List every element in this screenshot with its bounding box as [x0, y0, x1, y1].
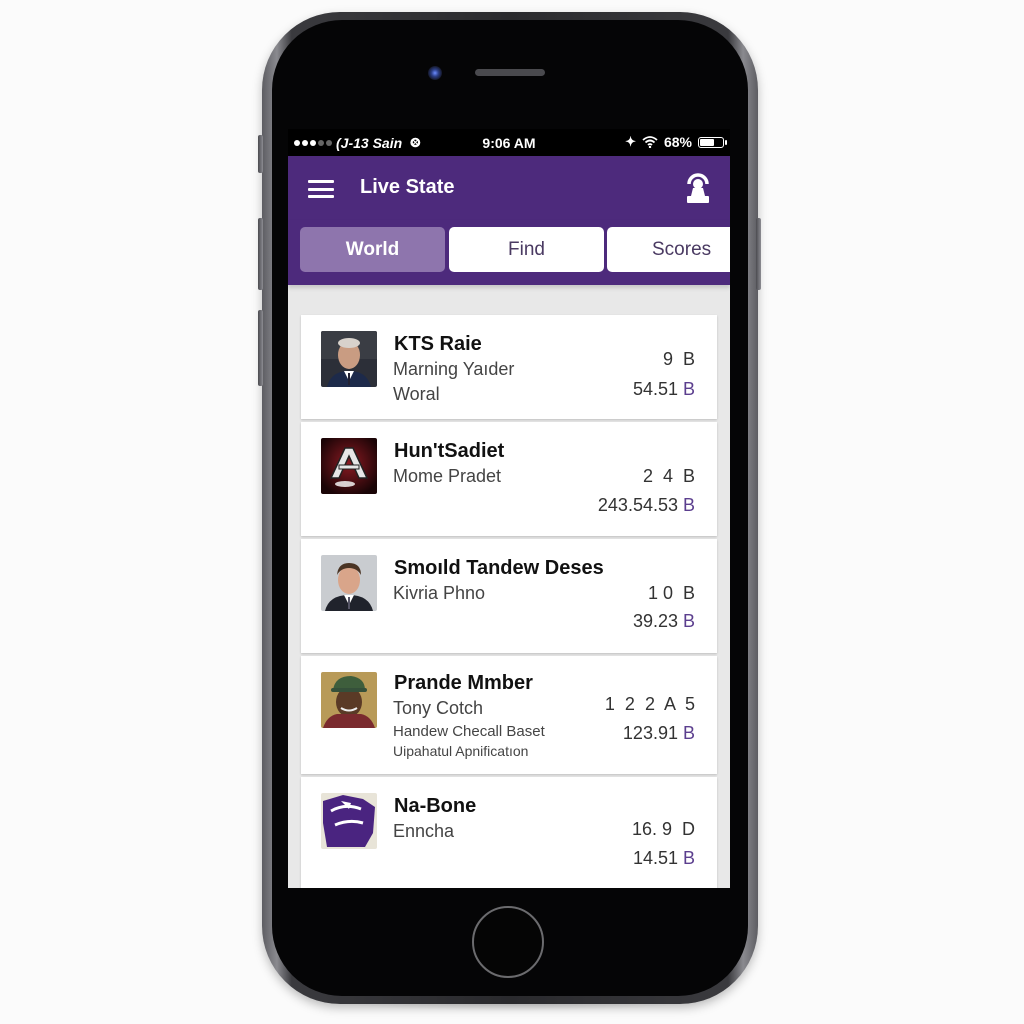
stat-bottom-unit: B	[682, 495, 695, 515]
stat-bottom-unit: B	[682, 611, 695, 631]
stat-bottom-value: 243.54.53	[597, 495, 683, 515]
item-title: Na-Bone	[394, 795, 477, 817]
avatar	[321, 331, 377, 387]
battery-percent: 68%	[663, 134, 692, 150]
stat-top-value: 9	[662, 349, 683, 369]
wifi-icon	[642, 136, 658, 148]
avatar	[321, 793, 377, 849]
stat-top-value: 16. 9	[631, 819, 682, 839]
stat-top-unit: B	[682, 349, 695, 369]
app-title: Live State	[360, 176, 455, 198]
item-stat-top: 2 4 B	[643, 466, 695, 487]
stat-top-value: 2 4	[642, 466, 683, 486]
item-line4: Uipahatul Apnificatıon	[393, 743, 529, 759]
item-stat-bottom: 14.51 B	[633, 848, 695, 869]
stat-bottom-value: 123.91	[622, 723, 683, 743]
tab-scores[interactable]: Scores	[607, 227, 730, 272]
list-item[interactable]: Hun'tSadiet Mome Pradet 2 4 B 243.54.53 …	[301, 422, 717, 536]
item-title: Hun'tSadiet	[394, 440, 505, 462]
list-item[interactable]: KTS Raie Marning Yaıder Woral 9 B 54.51 …	[301, 315, 717, 419]
list-item[interactable]: Prande Mmber Tony Cotch Handew Checall B…	[301, 656, 717, 774]
stat-bottom-unit: B	[682, 379, 695, 399]
item-stat-bottom: 39.23 B	[633, 611, 695, 632]
tab-find[interactable]: Find	[449, 227, 604, 272]
bluetooth-icon: ✦	[625, 134, 636, 149]
mute-switch	[258, 135, 263, 173]
man-in-suit-photo-icon	[321, 555, 377, 611]
home-button[interactable]	[472, 906, 544, 978]
item-subtitle: Tony Cotch	[393, 698, 484, 718]
stat-bottom-unit: B	[682, 848, 695, 868]
battery-icon	[698, 136, 727, 148]
item-title: KTS Raie	[394, 333, 482, 355]
item-stat-bottom: 243.54.53 B	[598, 495, 695, 516]
volume-down-button	[258, 310, 263, 386]
item-stat-bottom: 123.91 B	[623, 723, 695, 744]
stat-bottom-value: 54.51	[632, 379, 683, 399]
item-subtitle: Enncha	[393, 821, 455, 841]
item-stat-top: 9 B	[663, 349, 695, 370]
stat-bottom-unit: B	[682, 723, 695, 743]
phone-screen: (J-13 Sain ⨷ 9:06 AM ✦ 68% Live State Wo…	[288, 129, 730, 888]
app-header: Live State	[288, 156, 730, 220]
list-item[interactable]: Na-Bone Enncha 16. 9 D 14.51 B	[301, 777, 717, 888]
stat-bottom-value: 39.23	[632, 611, 683, 631]
stat-top-unit: B	[682, 583, 695, 603]
status-right: ✦ 68%	[625, 134, 727, 150]
item-title: Smoıld Tandew Deses	[394, 557, 604, 579]
earpiece-speaker	[475, 69, 545, 76]
list-item[interactable]: Smoıld Tandew Deses Kivria Phno 1 0 B 39…	[301, 539, 717, 653]
item-line3: Handew Checall Baset	[393, 723, 545, 740]
item-stat-bottom: 54.51 B	[633, 379, 695, 400]
item-stat-top: 1 2 2 A 5	[605, 694, 695, 715]
volume-up-button	[258, 218, 263, 290]
battery-fill	[700, 138, 715, 146]
avatar	[321, 672, 377, 728]
item-stat-top: 16. 9 D	[632, 819, 695, 840]
results-list: KTS Raie Marning Yaıder Woral 9 B 54.51 …	[301, 315, 717, 888]
tab-world[interactable]: World	[300, 227, 445, 272]
stat-bottom-value: 14.51	[632, 848, 683, 868]
stat-top-value: 1 0	[647, 583, 683, 603]
status-bar: (J-13 Sain ⨷ 9:06 AM ✦ 68%	[288, 129, 730, 156]
profile-icon[interactable]	[684, 170, 712, 204]
power-button	[756, 218, 761, 290]
item-subtitle: Marning Yaıder	[393, 359, 515, 379]
front-camera	[428, 66, 442, 80]
item-subtitle: Kivria Phno	[393, 583, 486, 603]
man-in-cap-photo-icon	[321, 672, 377, 728]
item-stat-top: 1 0 B	[648, 583, 695, 604]
item-title: Prande Mmber	[394, 672, 533, 694]
tab-bar: World Find Scores	[288, 220, 730, 285]
avatar	[321, 438, 377, 494]
team-logo-letter-a-icon	[321, 438, 377, 494]
purple-team-logo-icon	[321, 793, 377, 849]
hamburger-menu-icon[interactable]	[308, 180, 334, 198]
man-in-suit-photo-icon	[321, 331, 377, 387]
avatar	[321, 555, 377, 611]
stat-top-unit: D	[682, 819, 695, 839]
stat-top-value: 1 2 2 A 5	[604, 694, 695, 714]
item-subtitle: Mome Pradet	[393, 466, 502, 486]
stat-top-unit: B	[682, 466, 695, 486]
item-line3: Woral	[393, 384, 440, 404]
